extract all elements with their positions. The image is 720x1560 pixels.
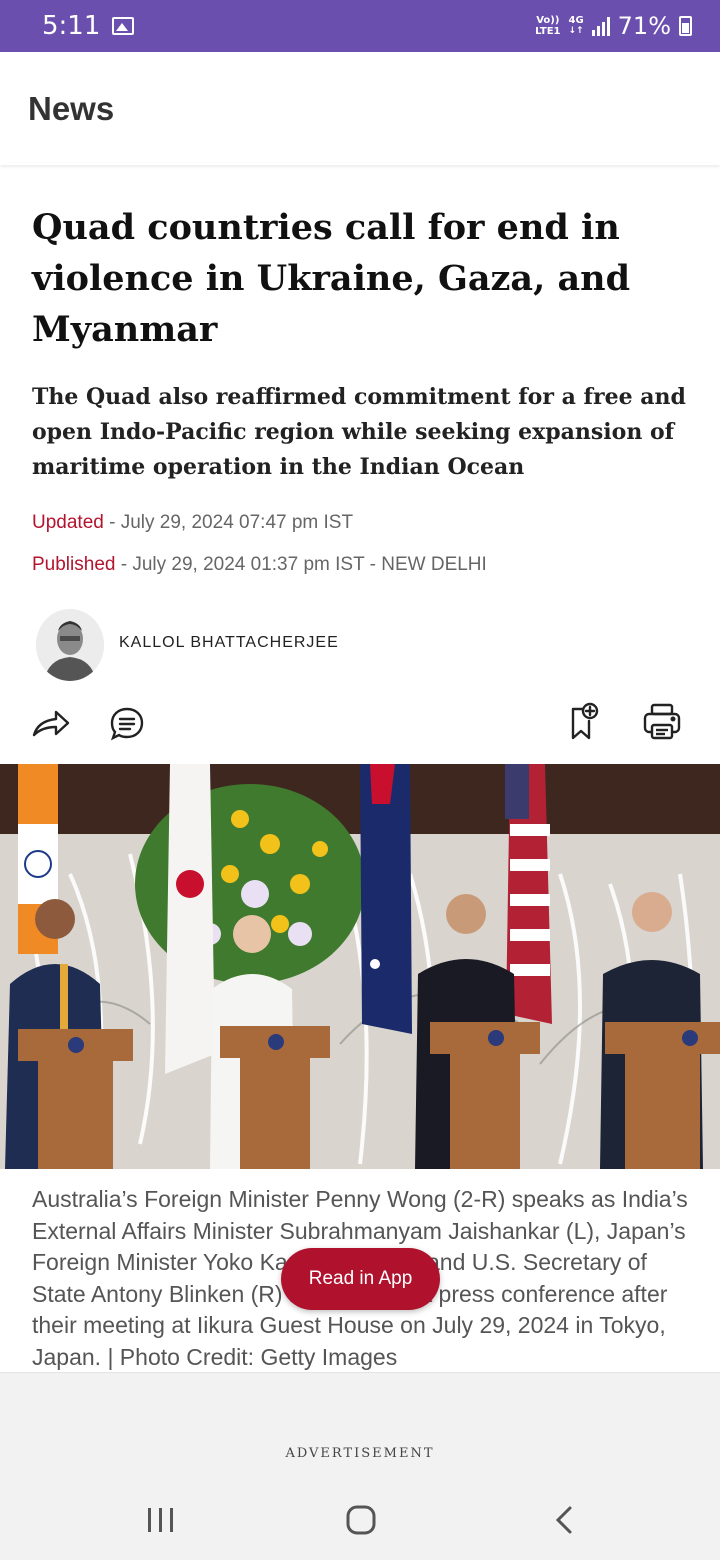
advertisement-label: ADVERTISEMENT xyxy=(285,1446,435,1461)
article-standfirst: The Quad also reaffirmed commitment for … xyxy=(32,384,686,480)
signal-icon xyxy=(591,16,610,36)
section-title: News xyxy=(28,89,115,127)
published-value: - July 29, 2024 01:37 pm IST - NEW DELHI xyxy=(115,554,487,575)
image-icon xyxy=(112,17,135,35)
author-name[interactable]: KALLOL BHATTACHERJEE xyxy=(119,634,339,652)
system-nav-bar xyxy=(0,1482,720,1560)
read-in-app-button[interactable]: Read in App xyxy=(281,1248,440,1310)
status-bar: 5:11 Vo)) LTE1 4G ↓↑ 71% xyxy=(0,0,720,52)
published-timestamp: Published - July 29, 2024 01:37 pm IST -… xyxy=(32,554,487,576)
article-headline: Quad countries call for end in violence … xyxy=(32,207,631,350)
advertisement-area[interactable]: ADVERTISEMENT xyxy=(0,1372,720,1482)
status-time: 5:11 xyxy=(42,11,101,41)
recents-icon[interactable] xyxy=(136,1496,186,1546)
volte-bottom-label: LTE1 xyxy=(535,26,561,37)
updated-timestamp: Updated - July 29, 2024 07:47 pm IST xyxy=(32,512,353,534)
updated-value: - July 29, 2024 07:47 pm IST xyxy=(103,512,354,533)
app-header: News xyxy=(0,52,720,165)
comment-icon[interactable] xyxy=(106,703,148,745)
article-hero-photo[interactable] xyxy=(0,764,720,1169)
author-avatar[interactable] xyxy=(36,609,104,681)
network-type-indicator: 4G ↓↑ xyxy=(568,15,584,36)
home-icon[interactable] xyxy=(336,1496,386,1546)
volte-top-label: Vo)) xyxy=(536,15,560,26)
status-indicators: Vo)) LTE1 4G ↓↑ 71% xyxy=(535,12,692,40)
share-icon[interactable] xyxy=(30,703,72,745)
back-icon[interactable] xyxy=(540,1496,590,1546)
battery-percent: 71% xyxy=(617,12,671,40)
published-label: Published xyxy=(32,554,116,575)
print-icon[interactable] xyxy=(641,701,683,743)
battery-icon xyxy=(679,16,692,36)
bookmark-add-icon[interactable] xyxy=(565,701,607,743)
updated-label: Updated xyxy=(32,512,104,533)
network-type-label: 4G xyxy=(568,15,584,26)
volte-indicator: Vo)) LTE1 xyxy=(535,15,560,37)
